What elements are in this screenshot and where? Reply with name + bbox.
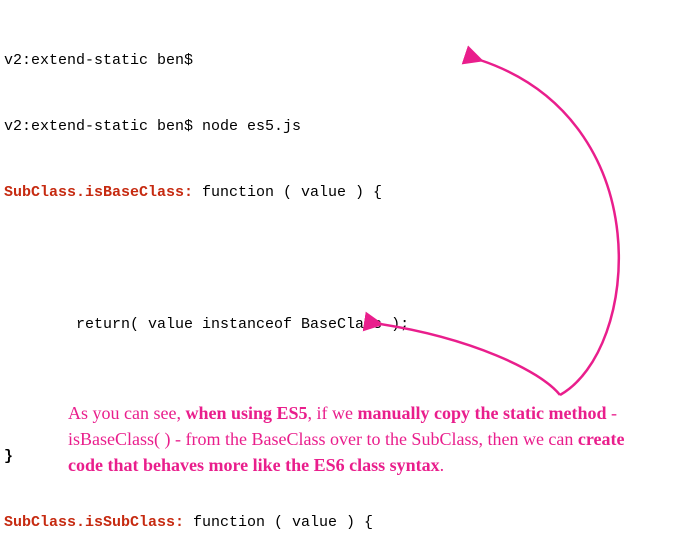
method-name: SubClass.isSubClass: (4, 514, 184, 531)
output-line: return( value instanceof BaseClass ); (4, 314, 409, 336)
code-text: } (4, 448, 13, 465)
output-line: SubClass.isSubClass: function ( value ) … (4, 512, 409, 534)
blank-line (4, 380, 409, 402)
prompt: v2:extend-static ben$ (4, 118, 202, 135)
code-text: function ( value ) { (193, 184, 382, 201)
output-line: SubClass.isBaseClass: function ( value )… (4, 182, 409, 204)
blank-line (4, 248, 409, 270)
method-name: SubClass.isBaseClass: (4, 184, 193, 201)
code-text: function ( value ) { (184, 514, 373, 531)
arrow-long (480, 60, 619, 395)
annotation-segment: . (440, 455, 445, 475)
annotation-segment: , if we (308, 403, 358, 423)
annotation-highlight: manually copy the static method (358, 403, 607, 423)
prompt-line-2: v2:extend-static ben$ node es5.js (4, 116, 409, 138)
prompt: v2:extend-static ben$ (4, 52, 202, 69)
annotation-text: As you can see, when using ES5, if we ma… (68, 400, 628, 478)
annotation-highlight: when using ES5 (185, 403, 307, 423)
prompt-line-1: v2:extend-static ben$ (4, 50, 409, 72)
command: node es5.js (202, 118, 301, 135)
code-text: return( value instanceof BaseClass ); (4, 316, 409, 333)
annotation-segment: As you can see, (68, 403, 185, 423)
